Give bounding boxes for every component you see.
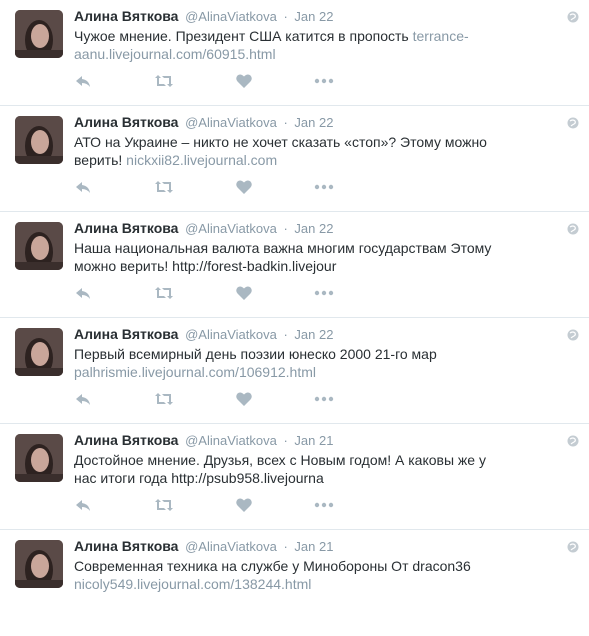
author-handle[interactable]: @AlinaViatkova [185, 327, 277, 342]
retweet-icon[interactable] [154, 284, 174, 302]
tweet-content: Алина Вяткова @AlinaViatkova · Jan 22 Пе… [74, 325, 567, 381]
author-name[interactable]: Алина Вяткова [74, 220, 178, 236]
author-name[interactable]: Алина Вяткова [74, 432, 178, 448]
retweet-icon[interactable] [154, 178, 174, 196]
tweet-content: Алина Вяткова @AlinaViatkova · Jan 21 Со… [74, 537, 567, 593]
tweet-body: Достойное мнение. Друзья, всех с Новым г… [74, 452, 486, 486]
avatar[interactable] [15, 10, 63, 58]
globe-icon [567, 435, 579, 447]
tweet-text: Современная техника на службе у Миноборо… [74, 557, 494, 593]
tweet-timestamp[interactable]: Jan 21 [294, 539, 333, 554]
tweet-text: Наша национальная валюта важна многим го… [74, 239, 494, 275]
separator: · [283, 433, 288, 448]
tweet-timestamp[interactable]: Jan 21 [294, 433, 333, 448]
avatar[interactable] [15, 116, 63, 164]
separator: · [283, 115, 288, 130]
tweet: Алина Вяткова @AlinaViatkova · Jan 22 АТ… [0, 106, 589, 212]
heart-icon[interactable] [235, 178, 255, 196]
tweet-text: Первый всемирный день поэзии юнеско 2000… [74, 345, 494, 381]
avatar[interactable] [15, 328, 63, 376]
tweet-timestamp[interactable]: Jan 22 [294, 9, 333, 24]
tweet-header: Алина Вяткова @AlinaViatkova · Jan 21 [74, 431, 567, 450]
tweet-text: Достойное мнение. Друзья, всех с Новым г… [74, 451, 494, 487]
tweet-actions [74, 390, 374, 408]
author-handle[interactable]: @AlinaViatkova [185, 115, 277, 130]
author-handle[interactable]: @AlinaViatkova [185, 9, 277, 24]
author-name[interactable]: Алина Вяткова [74, 326, 178, 342]
heart-icon[interactable] [235, 390, 255, 408]
tweet-text: АТО на Украине – никто не хочет сказать … [74, 133, 494, 169]
tweet: Алина Вяткова @AlinaViatkova · Jan 21 До… [0, 424, 589, 530]
globe-icon [567, 541, 579, 553]
tweet-feed: Алина Вяткова @AlinaViatkova · Jan 22 Чу… [0, 0, 589, 636]
separator: · [283, 221, 288, 236]
tweet: Алина Вяткова @AlinaViatkova · Jan 21 Со… [0, 530, 589, 636]
tweet-header: Алина Вяткова @AlinaViatkova · Jan 22 [74, 219, 567, 238]
author-handle[interactable]: @AlinaViatkova [185, 221, 277, 236]
tweet-link[interactable]: palhrismie.livejournal.com/106912.html [74, 364, 316, 380]
more-icon[interactable] [314, 284, 334, 302]
tweet-link[interactable]: nickxii82.livejournal.com [126, 152, 277, 168]
tweet: Алина Вяткова @AlinaViatkova · Jan 22 На… [0, 212, 589, 318]
tweet-header: Алина Вяткова @AlinaViatkova · Jan 21 [74, 537, 567, 556]
avatar[interactable] [15, 222, 63, 270]
reply-icon[interactable] [74, 284, 94, 302]
heart-icon[interactable] [235, 72, 255, 90]
more-icon[interactable] [314, 178, 334, 196]
separator: · [283, 9, 288, 24]
reply-icon[interactable] [74, 72, 94, 90]
tweet-content: Алина Вяткова @AlinaViatkova · Jan 21 До… [74, 431, 567, 487]
tweet-actions [74, 496, 374, 514]
tweet-timestamp[interactable]: Jan 22 [294, 115, 333, 130]
tweet-body: Чужое мнение. Президент США катится в пр… [74, 28, 413, 44]
avatar[interactable] [15, 540, 63, 588]
reply-icon[interactable] [74, 496, 94, 514]
tweet-content: Алина Вяткова @AlinaViatkova · Jan 22 АТ… [74, 113, 567, 169]
tweet-timestamp[interactable]: Jan 22 [294, 221, 333, 236]
tweet-content: Алина Вяткова @AlinaViatkova · Jan 22 Чу… [74, 7, 567, 63]
heart-icon[interactable] [235, 284, 255, 302]
retweet-icon[interactable] [154, 72, 174, 90]
author-handle[interactable]: @AlinaViatkova [185, 539, 277, 554]
tweet-actions [74, 72, 374, 90]
tweet-actions [74, 178, 374, 196]
heart-icon[interactable] [235, 496, 255, 514]
tweet-actions [74, 284, 374, 302]
retweet-icon[interactable] [154, 496, 174, 514]
separator: · [283, 539, 288, 554]
tweet-header: Алина Вяткова @AlinaViatkova · Jan 22 [74, 7, 567, 26]
tweet-header: Алина Вяткова @AlinaViatkova · Jan 22 [74, 325, 567, 344]
globe-icon [567, 223, 579, 235]
author-handle[interactable]: @AlinaViatkova [185, 433, 277, 448]
author-name[interactable]: Алина Вяткова [74, 114, 178, 130]
separator: · [283, 327, 288, 342]
tweet-body: Современная техника на службе у Миноборо… [74, 558, 471, 574]
globe-icon [567, 329, 579, 341]
tweet: Алина Вяткова @AlinaViatkova · Jan 22 Чу… [0, 0, 589, 106]
tweet-body: Первый всемирный день поэзии юнеско 2000… [74, 346, 437, 362]
tweet-body: Наша национальная валюта важна многим го… [74, 240, 492, 274]
retweet-icon[interactable] [154, 390, 174, 408]
author-name[interactable]: Алина Вяткова [74, 538, 178, 554]
tweet-timestamp[interactable]: Jan 22 [294, 327, 333, 342]
tweet-link[interactable]: nicoly549.livejournal.com/138244.html [74, 576, 311, 592]
tweet-content: Алина Вяткова @AlinaViatkova · Jan 22 На… [74, 219, 567, 275]
author-name[interactable]: Алина Вяткова [74, 8, 178, 24]
avatar[interactable] [15, 434, 63, 482]
more-icon[interactable] [314, 496, 334, 514]
reply-icon[interactable] [74, 390, 94, 408]
more-icon[interactable] [314, 390, 334, 408]
tweet-text: Чужое мнение. Президент США катится в пр… [74, 27, 494, 63]
globe-icon [567, 11, 579, 23]
more-icon[interactable] [314, 72, 334, 90]
globe-icon [567, 117, 579, 129]
reply-icon[interactable] [74, 178, 94, 196]
tweet: Алина Вяткова @AlinaViatkova · Jan 22 Пе… [0, 318, 589, 424]
tweet-header: Алина Вяткова @AlinaViatkova · Jan 22 [74, 113, 567, 132]
